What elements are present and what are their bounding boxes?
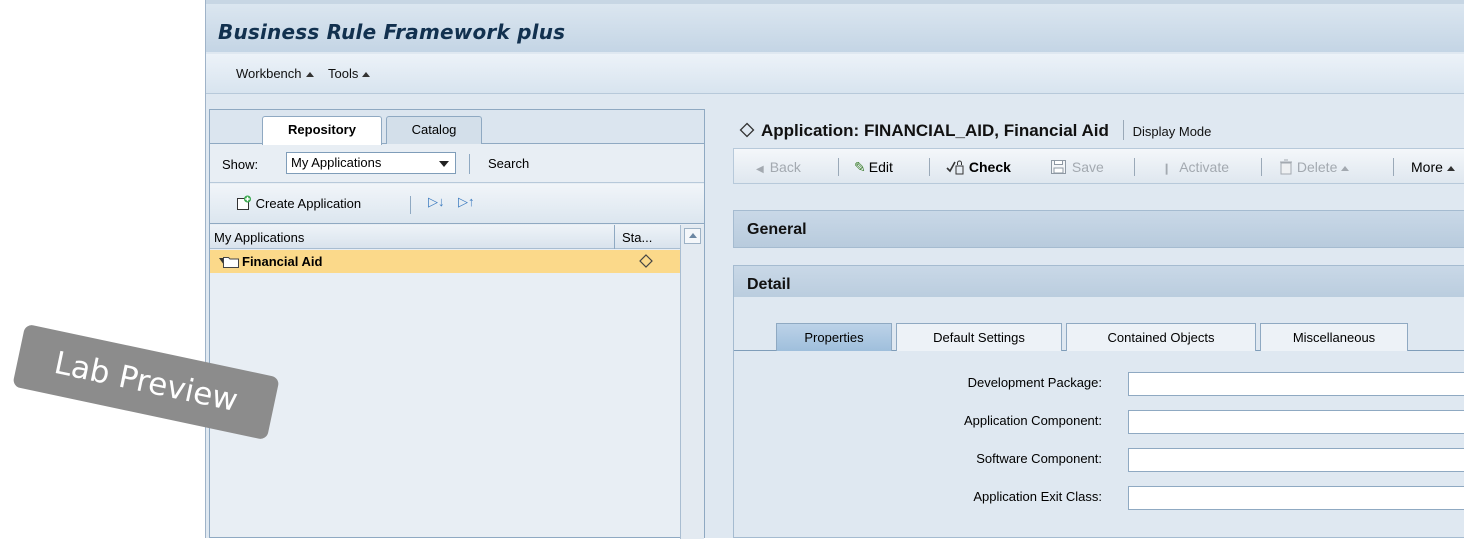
back-arrow-icon: ◀ bbox=[756, 164, 764, 175]
delete-button[interactable]: Delete bbox=[1279, 159, 1350, 175]
repository-toolbar: Create Application ▷↓ ▷↑ bbox=[210, 184, 704, 224]
divider bbox=[1261, 158, 1262, 176]
development-package-field[interactable] bbox=[1128, 372, 1464, 396]
save-label: Save bbox=[1071, 159, 1104, 175]
row-application-name: Financial Aid bbox=[242, 254, 323, 269]
vertical-scrollbar[interactable] bbox=[680, 225, 704, 539]
software-component-field[interactable] bbox=[1128, 448, 1464, 472]
more-button[interactable]: More bbox=[1411, 159, 1455, 175]
divider bbox=[1393, 158, 1394, 176]
dropdown-triangle-icon bbox=[362, 72, 371, 77]
app-title: Business Rule Framework plus bbox=[218, 20, 566, 44]
dropdown-triangle-icon bbox=[305, 72, 314, 77]
divider bbox=[1134, 158, 1135, 176]
divider bbox=[410, 196, 411, 214]
check-icon bbox=[946, 160, 964, 175]
menu-tools-label: Tools bbox=[328, 66, 359, 81]
detail-body: Properties Default Settings Contained Ob… bbox=[733, 297, 1464, 538]
expand-all-icon[interactable]: ▷↓ bbox=[428, 194, 445, 210]
collapse-all-icon[interactable]: ▷↑ bbox=[458, 194, 475, 210]
chevron-down-icon bbox=[439, 161, 449, 167]
dropdown-triangle-icon bbox=[1446, 166, 1455, 171]
activate-icon: ❙ bbox=[1162, 163, 1172, 175]
dropdown-triangle-icon bbox=[1341, 166, 1350, 171]
menu-workbench-label: Workbench bbox=[236, 66, 302, 81]
activate-label: Activate bbox=[1179, 159, 1230, 175]
detail-panel: Application: FINANCIAL_AID, Financial Ai… bbox=[731, 109, 1464, 538]
tab-properties[interactable]: Properties bbox=[776, 323, 892, 351]
scroll-up-button[interactable] bbox=[684, 228, 701, 244]
application-title: Application: FINANCIAL_AID, Financial Ai… bbox=[761, 121, 1109, 140]
menu-bar: Workbench Tools bbox=[206, 54, 1464, 94]
tab-default-settings[interactable]: Default Settings bbox=[896, 323, 1062, 351]
tab-contained-objects[interactable]: Contained Objects bbox=[1066, 323, 1256, 351]
pencil-icon: ✎ bbox=[854, 159, 866, 175]
divider bbox=[838, 158, 839, 176]
delete-label: Delete bbox=[1296, 159, 1338, 175]
menu-workbench[interactable]: Workbench bbox=[236, 66, 314, 81]
show-filter-row: Show: My Applications Search bbox=[210, 145, 704, 183]
application-component-field[interactable] bbox=[1128, 410, 1464, 434]
column-my-applications[interactable]: My Applications bbox=[214, 230, 304, 245]
diamond-icon bbox=[639, 254, 653, 268]
application-exit-class-field[interactable] bbox=[1128, 486, 1464, 510]
save-button[interactable]: Save bbox=[1050, 159, 1104, 175]
repository-panel: Repository Catalog Show: My Applications… bbox=[209, 109, 705, 539]
back-label: Back bbox=[769, 159, 801, 175]
table-row[interactable]: Financial Aid bbox=[210, 250, 681, 273]
tab-repository[interactable]: Repository bbox=[262, 116, 382, 145]
divider bbox=[929, 158, 930, 176]
menu-tools[interactable]: Tools bbox=[328, 66, 371, 81]
show-label: Show: bbox=[222, 157, 259, 172]
check-label: Check bbox=[968, 159, 1011, 175]
back-button[interactable]: ◀ Back bbox=[756, 159, 801, 175]
show-select[interactable]: My Applications bbox=[286, 152, 456, 174]
tab-miscellaneous[interactable]: Miscellaneous bbox=[1260, 323, 1408, 351]
divider bbox=[469, 154, 470, 174]
application-toolbar: ◀ Back ✎ Edit Check Save ❙ Activate Delete … bbox=[733, 148, 1464, 184]
section-detail-title: Detail bbox=[747, 276, 791, 293]
edit-button[interactable]: ✎ Edit bbox=[854, 159, 893, 176]
divider bbox=[1122, 120, 1124, 140]
label-application-exit-class: Application Exit Class: bbox=[973, 489, 1102, 504]
tab-catalog[interactable]: Catalog bbox=[386, 116, 482, 144]
section-general-title: General bbox=[747, 221, 807, 238]
brf-application: Business Rule Framework plus Workbench T… bbox=[205, 0, 1464, 539]
label-development-package: Development Package: bbox=[967, 375, 1102, 390]
column-divider bbox=[614, 225, 615, 249]
label-application-component: Application Component: bbox=[963, 413, 1102, 428]
diamond-icon bbox=[739, 122, 755, 138]
label-software-component: Software Component: bbox=[976, 451, 1102, 466]
create-application-button[interactable]: Create Application bbox=[236, 195, 361, 211]
mode-label: Display Mode bbox=[1132, 124, 1212, 139]
save-icon bbox=[1051, 160, 1066, 174]
title-bar: Business Rule Framework plus bbox=[206, 0, 1464, 52]
create-application-label: Create Application bbox=[255, 196, 362, 211]
page-title: Application: FINANCIAL_AID, Financial Ai… bbox=[739, 120, 1211, 141]
create-application-icon bbox=[237, 195, 251, 210]
folder-icon bbox=[223, 257, 239, 268]
repository-tabstrip: Repository Catalog bbox=[210, 110, 704, 145]
more-label: More bbox=[1411, 159, 1443, 175]
column-status[interactable]: Sta... bbox=[622, 230, 652, 245]
activate-button[interactable]: ❙ Activate bbox=[1162, 159, 1229, 175]
show-select-value: My Applications bbox=[291, 155, 382, 170]
detail-tabstrip: Properties Default Settings Contained Ob… bbox=[734, 321, 1464, 351]
check-button[interactable]: Check bbox=[945, 159, 1011, 175]
table-header: My Applications Sta... bbox=[210, 225, 681, 249]
trash-icon bbox=[1280, 159, 1292, 175]
section-general[interactable]: General bbox=[733, 210, 1464, 248]
search-link[interactable]: Search bbox=[488, 156, 529, 171]
edit-label: Edit bbox=[868, 159, 893, 175]
